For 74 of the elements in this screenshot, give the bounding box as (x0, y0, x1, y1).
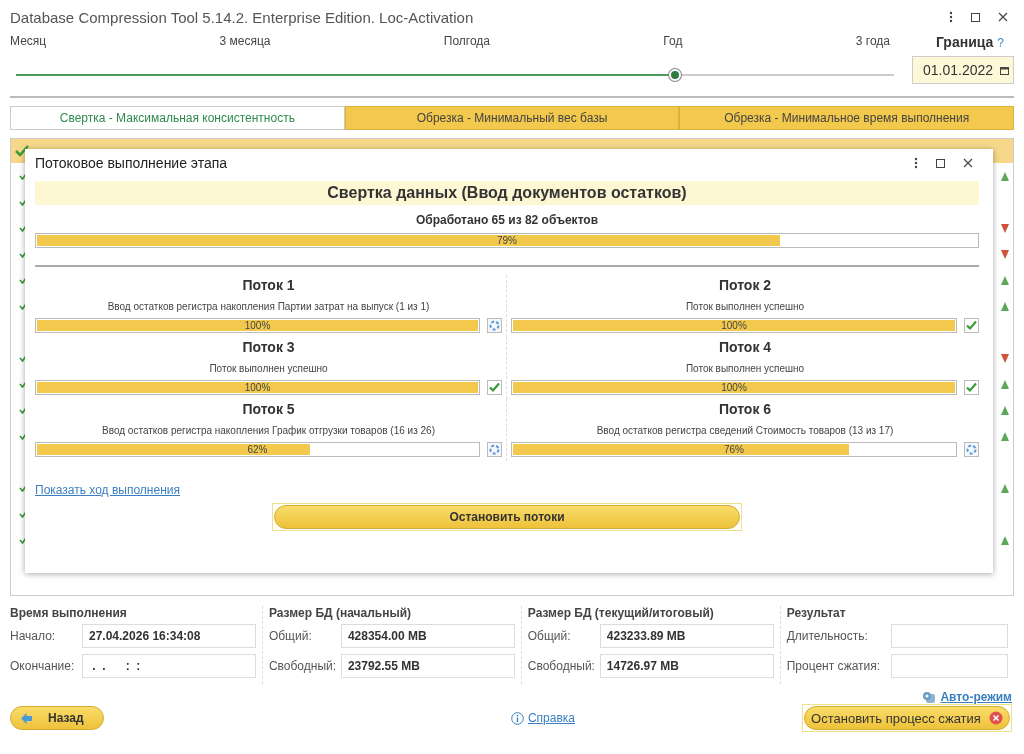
thread-status: Поток выполнен успешно (684, 363, 806, 374)
auto-mode-link[interactable]: Авто-режим (940, 690, 1012, 704)
show-progress-link[interactable]: Показать ход выполнения (35, 483, 180, 497)
back-arrow-icon (21, 712, 32, 724)
help-link[interactable]: Справка (527, 711, 576, 725)
tab[interactable]: Свертка - Максимальная консистентность (10, 106, 345, 130)
maximize-icon[interactable] (971, 12, 980, 22)
input-field[interactable] (890, 624, 1008, 648)
section-title: Размер БД (начальный) (268, 606, 413, 620)
back-button[interactable]: Назад (10, 706, 104, 730)
close-circle-icon (988, 711, 1003, 725)
stage-heading: Свертка данных (Ввод документов остатков) (35, 181, 979, 205)
gear-icon (922, 690, 937, 704)
input-field[interactable]: 23792.55 MB (340, 654, 515, 678)
field-label: Свободный: (527, 659, 596, 673)
input-field[interactable]: 14726.97 MB (599, 654, 774, 678)
slider-label: 3 года (855, 34, 890, 48)
dialog-title: Потоковое выполнение этапа (35, 155, 228, 171)
progress-text: 100% (243, 320, 272, 331)
thread-status: Поток выполнен успешно (208, 363, 329, 374)
processed-count: Обработано 65 из 82 объектов (414, 213, 600, 227)
section-title: Результат (786, 606, 847, 620)
thread-title: Поток 5 (241, 401, 296, 417)
field-label: Процент сжатия: (786, 659, 882, 673)
field-label: Длительность: (786, 629, 869, 643)
thread-title: Поток 2 (717, 277, 773, 293)
progress-text: 100% (720, 320, 748, 331)
thread-status: Ввод остатков регистра накопления График отгрузки товаров (16 из 26) (101, 425, 436, 436)
input-field[interactable] (890, 654, 1008, 678)
close-icon[interactable] (963, 158, 973, 168)
field-label: Свободный: (268, 659, 338, 673)
slider-label: Полгода (443, 34, 491, 48)
more-icon[interactable] (949, 11, 953, 23)
field-label: Окончание: (10, 659, 76, 673)
stop-compression-button[interactable]: Остановить процесс сжатия (804, 706, 1010, 730)
thread-title: Поток 1 (241, 277, 296, 293)
tab[interactable]: Обрезка - Минимальное время выполнения (679, 106, 1014, 130)
close-icon[interactable] (998, 12, 1008, 22)
progress-text: 100% (243, 382, 272, 393)
progress-text: 76% (723, 444, 745, 455)
input-field[interactable]: 27.04.2026 16:34:08 (82, 624, 256, 648)
maximize-icon[interactable] (936, 158, 945, 168)
section-title: Размер БД (текущий/итоговый) (527, 606, 715, 620)
thread-title: Поток 4 (717, 339, 773, 355)
thread-status: Ввод остатков регистра сведений Стоимость товаров (13 из 17) (595, 425, 895, 436)
window-title: Database Compression Tool 5.14.2. Enterprise Edition. Loc-Activation (10, 8, 474, 26)
input-field[interactable]: 423233.89 MB (599, 624, 774, 648)
progress-text: 100% (720, 382, 748, 393)
section-title: Время выполнения (10, 606, 128, 620)
thread-title: Поток 6 (717, 401, 773, 417)
period-slider[interactable] (16, 68, 894, 82)
progress-text: 79% (496, 235, 518, 246)
field-label: Общий: (527, 629, 572, 643)
slider-label: 3 месяца (219, 34, 271, 48)
tab[interactable]: Обрезка - Минимальный вес базы (344, 106, 680, 130)
slider-label: Месяц (10, 34, 47, 48)
more-icon[interactable] (914, 157, 918, 169)
boundary-label: Граница (935, 34, 994, 50)
field-label: Общий: (268, 629, 313, 643)
thread-title: Поток 3 (241, 339, 296, 355)
calendar-icon[interactable] (1000, 65, 1009, 75)
help-link[interactable]: ? (997, 36, 1004, 50)
thread-status: Ввод остатков регистра накопления Партии затрат на выпуск (1 из 1) (106, 301, 431, 312)
input-field[interactable]: . . : : (82, 654, 256, 678)
input-field[interactable]: 428354.00 MB (340, 624, 515, 648)
info-icon (510, 711, 524, 725)
slider-label: Год (663, 34, 683, 48)
progress-text: 62% (246, 444, 269, 455)
stop-threads-button[interactable]: Остановить потоки (274, 505, 740, 529)
thread-status: Поток выполнен успешно (684, 301, 806, 312)
date-field[interactable]: 01.01.2022 (912, 56, 1014, 84)
slider-thumb[interactable] (668, 69, 681, 81)
field-label: Начало: (10, 629, 57, 643)
check-icon (15, 145, 29, 157)
